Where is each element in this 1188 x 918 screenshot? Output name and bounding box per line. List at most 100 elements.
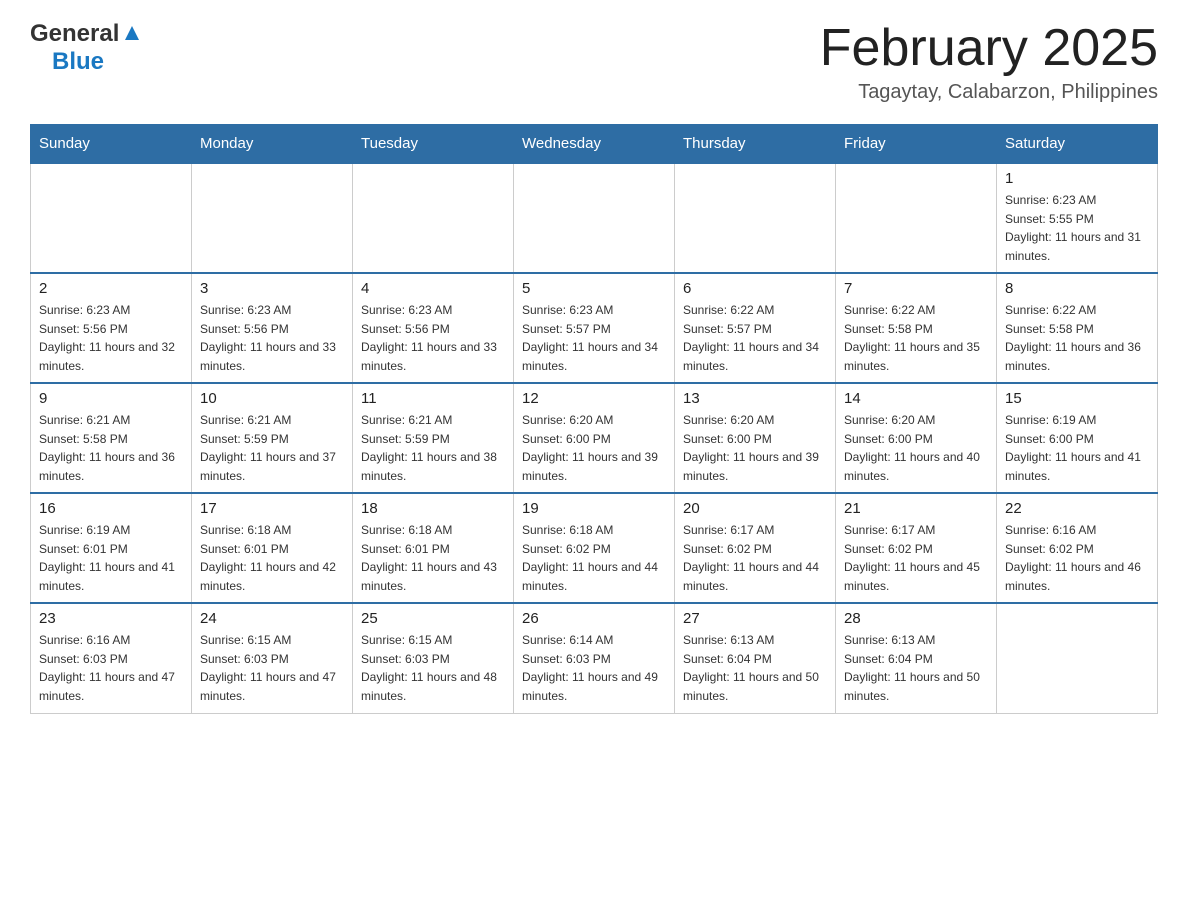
day-number: 15 xyxy=(1005,390,1149,407)
calendar-cell: 1 Sunrise: 6:23 AM Sunset: 5:55 PM Daylig… xyxy=(997,163,1158,273)
day-info: Sunrise: 6:13 AM Sunset: 6:04 PM Dayligh… xyxy=(683,631,827,705)
day-info: Sunrise: 6:18 AM Sunset: 6:02 PM Dayligh… xyxy=(522,521,666,595)
calendar-cell: 21 Sunrise: 6:17 AM Sunset: 6:02 PM Dayli… xyxy=(836,493,997,603)
day-number: 24 xyxy=(200,610,344,627)
day-number: 7 xyxy=(844,280,988,297)
calendar-cell: 25 Sunrise: 6:15 AM Sunset: 6:03 PM Dayli… xyxy=(353,603,514,713)
day-number: 8 xyxy=(1005,280,1149,297)
day-number: 19 xyxy=(522,500,666,517)
logo: General Blue xyxy=(30,20,143,76)
day-info: Sunrise: 6:23 AM Sunset: 5:55 PM Dayligh… xyxy=(1005,191,1149,265)
calendar-cell: 16 Sunrise: 6:19 AM Sunset: 6:01 PM Dayli… xyxy=(31,493,192,603)
day-info: Sunrise: 6:23 AM Sunset: 5:57 PM Dayligh… xyxy=(522,301,666,375)
calendar-week-4: 16 Sunrise: 6:19 AM Sunset: 6:01 PM Dayli… xyxy=(31,493,1158,603)
calendar-cell xyxy=(192,163,353,273)
column-header-friday: Friday xyxy=(836,125,997,164)
title-block: February 2025 Tagaytay, Calabarzon, Phil… xyxy=(820,20,1158,104)
day-info: Sunrise: 6:22 AM Sunset: 5:57 PM Dayligh… xyxy=(683,301,827,375)
day-number: 21 xyxy=(844,500,988,517)
day-info: Sunrise: 6:21 AM Sunset: 5:58 PM Dayligh… xyxy=(39,411,183,485)
day-number: 18 xyxy=(361,500,505,517)
calendar-cell: 8 Sunrise: 6:22 AM Sunset: 5:58 PM Daylig… xyxy=(997,273,1158,383)
day-number: 12 xyxy=(522,390,666,407)
day-number: 6 xyxy=(683,280,827,297)
day-number: 17 xyxy=(200,500,344,517)
calendar-cell xyxy=(514,163,675,273)
calendar-cell: 17 Sunrise: 6:18 AM Sunset: 6:01 PM Dayli… xyxy=(192,493,353,603)
calendar-cell: 3 Sunrise: 6:23 AM Sunset: 5:56 PM Daylig… xyxy=(192,273,353,383)
calendar-cell xyxy=(997,603,1158,713)
logo-general-text: General xyxy=(30,20,119,48)
day-number: 27 xyxy=(683,610,827,627)
day-number: 10 xyxy=(200,390,344,407)
day-number: 28 xyxy=(844,610,988,627)
calendar-cell: 6 Sunrise: 6:22 AM Sunset: 5:57 PM Daylig… xyxy=(675,273,836,383)
day-info: Sunrise: 6:17 AM Sunset: 6:02 PM Dayligh… xyxy=(683,521,827,595)
day-info: Sunrise: 6:21 AM Sunset: 5:59 PM Dayligh… xyxy=(200,411,344,485)
column-header-monday: Monday xyxy=(192,125,353,164)
day-info: Sunrise: 6:15 AM Sunset: 6:03 PM Dayligh… xyxy=(200,631,344,705)
page-header: General Blue February 2025 Tagaytay, Cal… xyxy=(30,20,1158,104)
calendar-cell: 13 Sunrise: 6:20 AM Sunset: 6:00 PM Dayli… xyxy=(675,383,836,493)
calendar-cell xyxy=(836,163,997,273)
day-info: Sunrise: 6:18 AM Sunset: 6:01 PM Dayligh… xyxy=(200,521,344,595)
column-header-thursday: Thursday xyxy=(675,125,836,164)
month-title: February 2025 xyxy=(820,20,1158,77)
day-info: Sunrise: 6:21 AM Sunset: 5:59 PM Dayligh… xyxy=(361,411,505,485)
day-number: 4 xyxy=(361,280,505,297)
calendar-week-3: 9 Sunrise: 6:21 AM Sunset: 5:58 PM Daylig… xyxy=(31,383,1158,493)
day-info: Sunrise: 6:23 AM Sunset: 5:56 PM Dayligh… xyxy=(200,301,344,375)
day-number: 9 xyxy=(39,390,183,407)
day-number: 5 xyxy=(522,280,666,297)
calendar-header-row: SundayMondayTuesdayWednesdayThursdayFrid… xyxy=(31,125,1158,164)
day-number: 25 xyxy=(361,610,505,627)
calendar-cell: 15 Sunrise: 6:19 AM Sunset: 6:00 PM Dayli… xyxy=(997,383,1158,493)
day-info: Sunrise: 6:19 AM Sunset: 6:00 PM Dayligh… xyxy=(1005,411,1149,485)
day-info: Sunrise: 6:19 AM Sunset: 6:01 PM Dayligh… xyxy=(39,521,183,595)
day-info: Sunrise: 6:16 AM Sunset: 6:03 PM Dayligh… xyxy=(39,631,183,705)
day-info: Sunrise: 6:23 AM Sunset: 5:56 PM Dayligh… xyxy=(39,301,183,375)
day-info: Sunrise: 6:16 AM Sunset: 6:02 PM Dayligh… xyxy=(1005,521,1149,595)
calendar-week-5: 23 Sunrise: 6:16 AM Sunset: 6:03 PM Dayli… xyxy=(31,603,1158,713)
day-info: Sunrise: 6:13 AM Sunset: 6:04 PM Dayligh… xyxy=(844,631,988,705)
day-info: Sunrise: 6:20 AM Sunset: 6:00 PM Dayligh… xyxy=(844,411,988,485)
day-info: Sunrise: 6:20 AM Sunset: 6:00 PM Dayligh… xyxy=(683,411,827,485)
day-number: 11 xyxy=(361,390,505,407)
calendar-cell: 24 Sunrise: 6:15 AM Sunset: 6:03 PM Dayli… xyxy=(192,603,353,713)
logo-triangle-icon xyxy=(121,22,143,44)
calendar-table: SundayMondayTuesdayWednesdayThursdayFrid… xyxy=(30,124,1158,714)
calendar-cell: 2 Sunrise: 6:23 AM Sunset: 5:56 PM Daylig… xyxy=(31,273,192,383)
calendar-cell: 10 Sunrise: 6:21 AM Sunset: 5:59 PM Dayli… xyxy=(192,383,353,493)
day-info: Sunrise: 6:23 AM Sunset: 5:56 PM Dayligh… xyxy=(361,301,505,375)
calendar-cell: 27 Sunrise: 6:13 AM Sunset: 6:04 PM Dayli… xyxy=(675,603,836,713)
calendar-cell: 18 Sunrise: 6:18 AM Sunset: 6:01 PM Dayli… xyxy=(353,493,514,603)
calendar-cell: 19 Sunrise: 6:18 AM Sunset: 6:02 PM Dayli… xyxy=(514,493,675,603)
day-number: 16 xyxy=(39,500,183,517)
day-number: 22 xyxy=(1005,500,1149,517)
calendar-cell xyxy=(31,163,192,273)
day-number: 26 xyxy=(522,610,666,627)
day-info: Sunrise: 6:17 AM Sunset: 6:02 PM Dayligh… xyxy=(844,521,988,595)
location-title: Tagaytay, Calabarzon, Philippines xyxy=(820,81,1158,104)
calendar-cell: 11 Sunrise: 6:21 AM Sunset: 5:59 PM Dayli… xyxy=(353,383,514,493)
calendar-cell: 12Sunrise: 6:20 AM Sunset: 6:00 PM Dayli… xyxy=(514,383,675,493)
day-number: 23 xyxy=(39,610,183,627)
day-number: 14 xyxy=(844,390,988,407)
calendar-cell: 14 Sunrise: 6:20 AM Sunset: 6:00 PM Dayli… xyxy=(836,383,997,493)
calendar-cell: 7 Sunrise: 6:22 AM Sunset: 5:58 PM Daylig… xyxy=(836,273,997,383)
calendar-cell: 26Sunrise: 6:14 AM Sunset: 6:03 PM Dayli… xyxy=(514,603,675,713)
day-info: Sunrise: 6:22 AM Sunset: 5:58 PM Dayligh… xyxy=(844,301,988,375)
day-number: 2 xyxy=(39,280,183,297)
day-number: 1 xyxy=(1005,170,1149,187)
calendar-cell xyxy=(675,163,836,273)
calendar-week-1: 1 Sunrise: 6:23 AM Sunset: 5:55 PM Daylig… xyxy=(31,163,1158,273)
day-info: Sunrise: 6:18 AM Sunset: 6:01 PM Dayligh… xyxy=(361,521,505,595)
day-info: Sunrise: 6:15 AM Sunset: 6:03 PM Dayligh… xyxy=(361,631,505,705)
day-number: 3 xyxy=(200,280,344,297)
calendar-cell: 9 Sunrise: 6:21 AM Sunset: 5:58 PM Daylig… xyxy=(31,383,192,493)
day-number: 20 xyxy=(683,500,827,517)
calendar-cell: 4 Sunrise: 6:23 AM Sunset: 5:56 PM Daylig… xyxy=(353,273,514,383)
day-number: 13 xyxy=(683,390,827,407)
column-header-tuesday: Tuesday xyxy=(353,125,514,164)
day-info: Sunrise: 6:22 AM Sunset: 5:58 PM Dayligh… xyxy=(1005,301,1149,375)
